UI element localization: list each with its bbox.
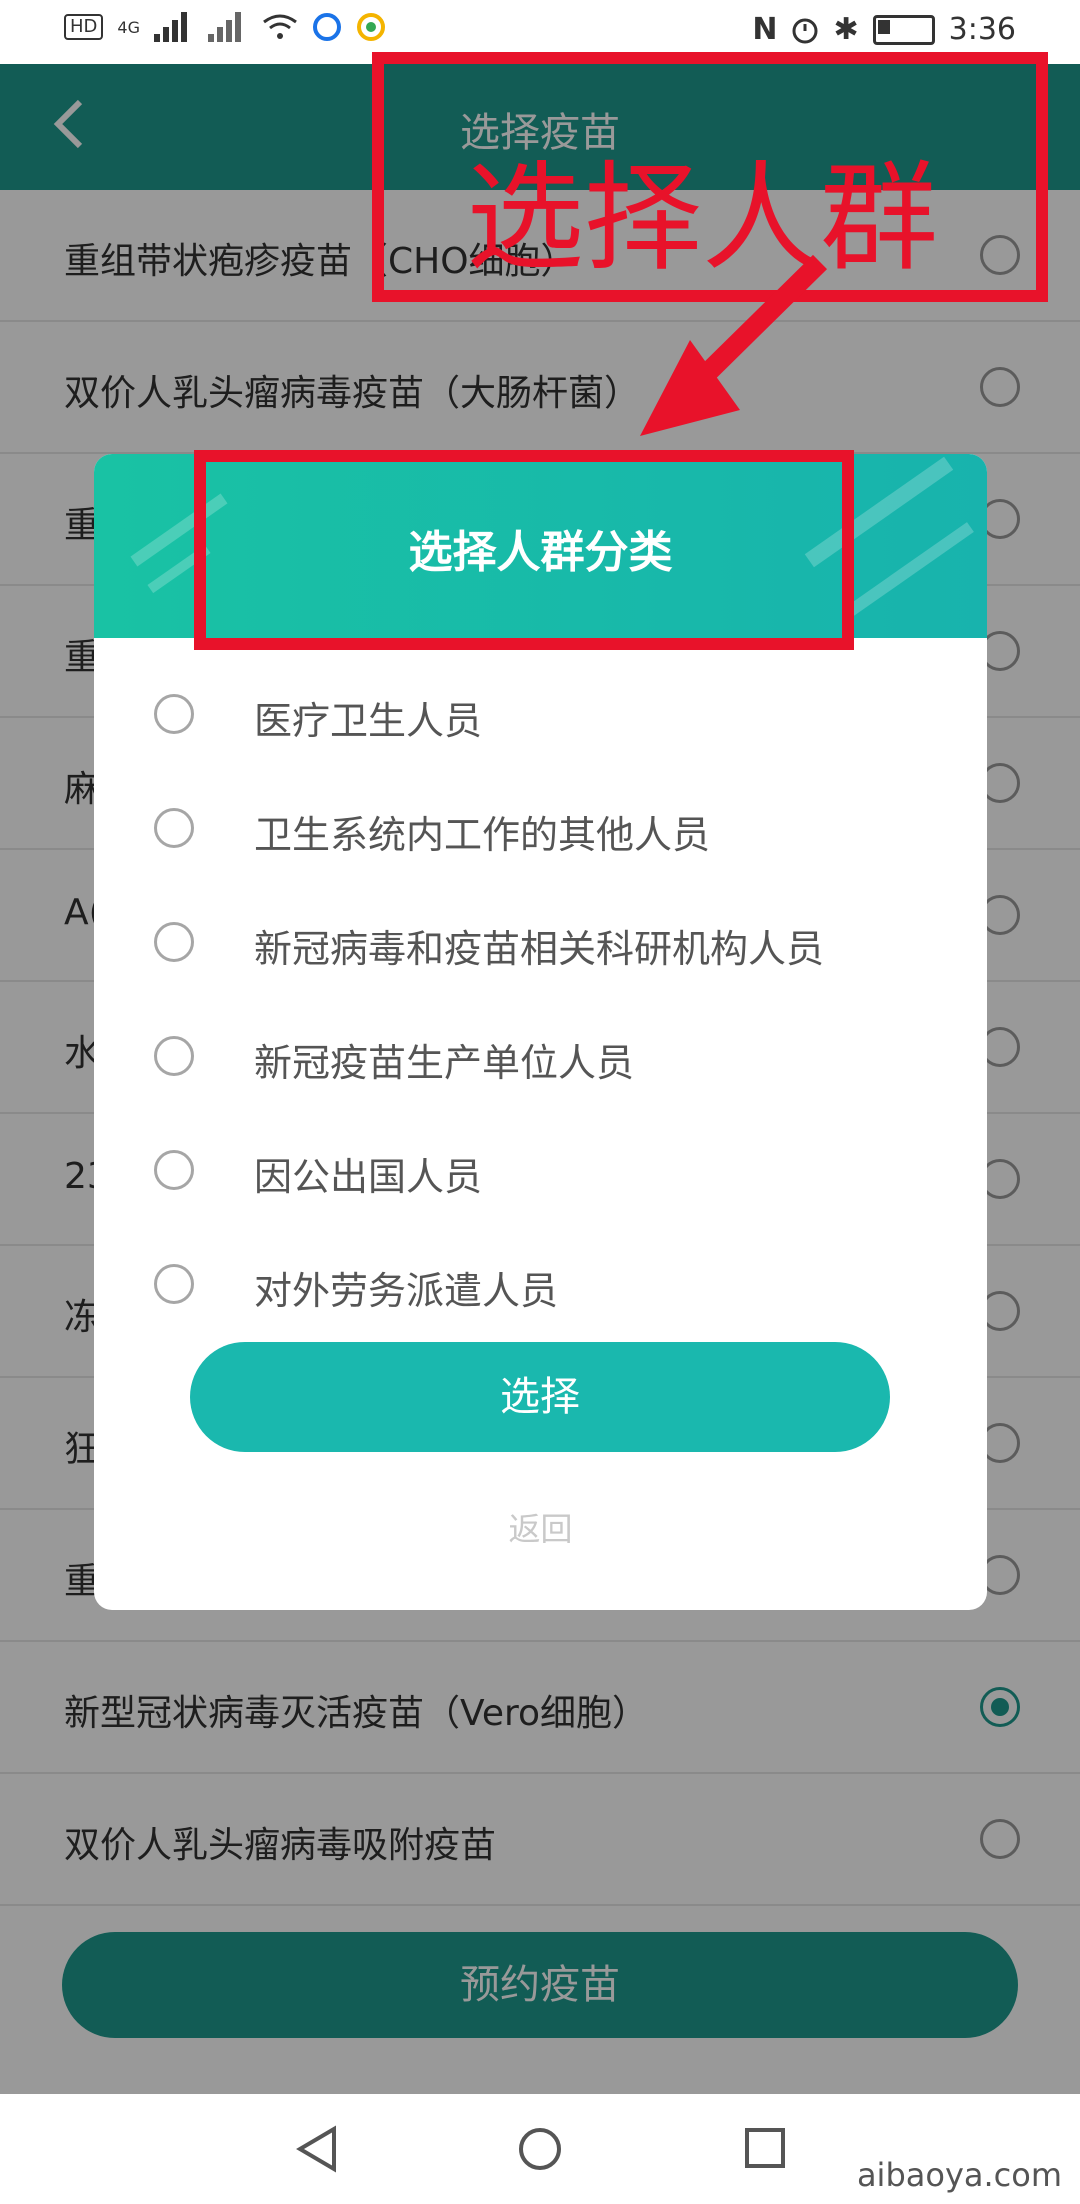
nav-recents-icon[interactable] [735, 2124, 795, 2174]
annotation-box-dialog-title [194, 450, 854, 650]
nav-home-icon[interactable] [510, 2124, 570, 2174]
system-nav-bar: aibaoya.com [0, 2094, 1080, 2204]
watermark: aibaoya.com [856, 2156, 1062, 2194]
nav-back-icon[interactable] [290, 2124, 350, 2174]
annotation-arrow [640, 254, 828, 436]
